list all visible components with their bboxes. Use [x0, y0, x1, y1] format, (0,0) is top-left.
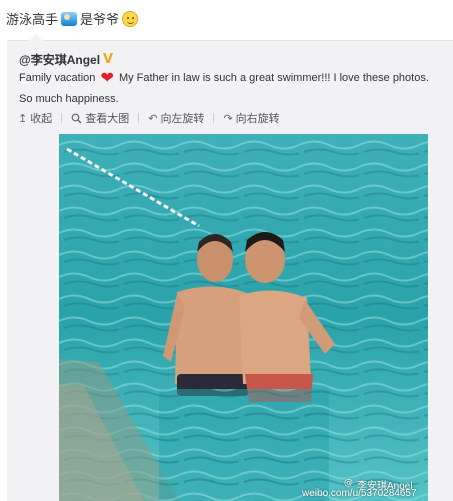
rotate-left-label: 向左旋转	[160, 113, 205, 125]
toolbar-divider	[213, 113, 215, 123]
repost-caret	[29, 34, 43, 41]
weibo-watermark-icon: @	[344, 478, 353, 488]
repost-caption: Family vacation ❤ My Father in law is su…	[19, 68, 439, 109]
view-large-button[interactable]: 查看大图	[71, 110, 129, 126]
verified-badge-icon[interactable]: V	[103, 53, 113, 66]
rotate-left-icon: ↶	[148, 111, 158, 125]
post-text-part1: 游泳高手	[6, 12, 59, 27]
toolbar-divider	[61, 113, 63, 123]
collapse-icon: ↥	[18, 111, 28, 125]
post-text-part2: 是爷爷	[80, 12, 120, 27]
post-photo[interactable]	[59, 134, 428, 501]
caption-part1: Family vacation	[19, 72, 99, 84]
author-link[interactable]: @李安琪Angel	[19, 51, 100, 68]
view-large-label: 查看大图	[85, 113, 130, 125]
pool-photo-illustration	[59, 134, 428, 501]
collapse-button[interactable]: ↥ 收起	[18, 110, 52, 126]
watermark-url: weibo.com/u/5370284657	[302, 488, 417, 499]
swimmer-emoji-icon	[61, 11, 78, 26]
rotate-left-button[interactable]: ↶ 向左旋转	[148, 110, 204, 126]
smile-emoji-icon	[122, 10, 139, 27]
post-text: 游泳高手 是爷爷	[6, 9, 139, 28]
repost-author: @李安琪Angel V	[19, 51, 113, 68]
rotate-right-button[interactable]: ↷ 向右旋转	[223, 110, 279, 126]
rotate-right-icon: ↷	[223, 111, 233, 125]
heart-icon: ❤	[100, 70, 114, 87]
rotate-right-label: 向右旋转	[235, 113, 280, 125]
magnifier-icon	[71, 113, 82, 123]
media-toolbar: ↥ 收起 查看大图 ↶ 向左旋转 ↷ 向右旋转	[18, 110, 280, 126]
reposted-card: @李安琪Angel V Family vacation ❤ My Father …	[7, 34, 453, 501]
toolbar-divider	[138, 113, 140, 123]
collapse-label: 收起	[30, 113, 53, 125]
